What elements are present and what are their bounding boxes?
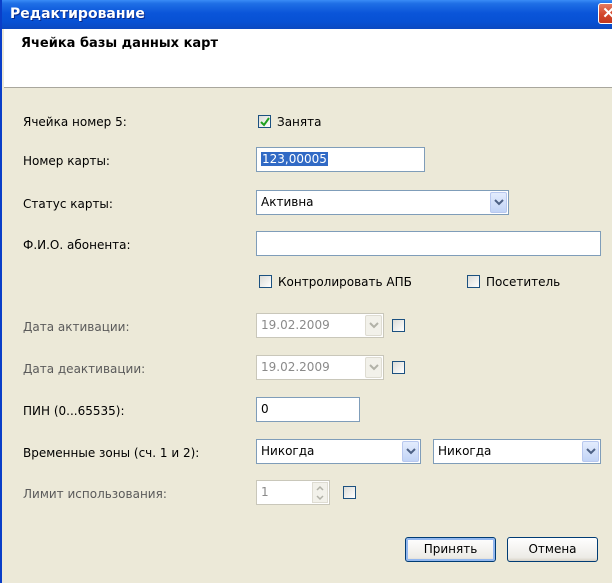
usage-limit-spinner[interactable]: 1 (256, 480, 330, 505)
usage-limit-label: Лимит использования: (23, 487, 167, 501)
card-status-label: Статус карты: (23, 197, 113, 211)
cell-number-label: Ячейка номер 5: (23, 115, 127, 129)
cancel-button[interactable]: Отмена (507, 537, 598, 562)
title-bar[interactable]: Редактирование ✕ (2, 0, 612, 29)
close-icon[interactable]: ✕ (598, 3, 612, 24)
visitor-checkbox[interactable] (467, 275, 480, 288)
pin-input[interactable]: 0 (256, 397, 360, 422)
usage-limit-value: 1 (261, 485, 269, 499)
timezone-2-select[interactable]: Никогда (433, 439, 601, 464)
control-apb-label: Контролировать АПБ (278, 275, 412, 289)
timezones-label: Временные зоны (сч. 1 и 2): (23, 446, 200, 460)
fio-input[interactable] (256, 231, 601, 256)
occupied-label: Занята (277, 115, 322, 129)
card-number-input[interactable]: 123,00005 (256, 147, 425, 172)
activation-date-label: Дата активации: (23, 320, 130, 334)
chevron-down-icon[interactable] (402, 441, 419, 462)
dialog-window: Редактирование ✕ Ячейка базы данных карт… (0, 0, 612, 583)
accept-button[interactable]: Принять (405, 537, 496, 562)
timezone-1-select[interactable]: Никогда (256, 439, 421, 464)
usage-limit-checkbox[interactable] (343, 486, 356, 499)
card-status-select[interactable]: Активна (256, 190, 509, 215)
visitor-label: Посетитель (486, 275, 561, 289)
header-title: Ячейка базы данных карт (21, 36, 219, 51)
chevron-down-icon[interactable] (582, 441, 599, 462)
deactivation-date-picker[interactable]: 19.02.2009 (256, 355, 384, 380)
deactivation-date-checkbox[interactable] (392, 361, 405, 374)
pin-label: ПИН (0...65535): (23, 404, 125, 418)
timezone-2-value: Никогда (438, 444, 492, 458)
window-title: Редактирование (10, 6, 145, 22)
card-number-value: 123,00005 (261, 152, 328, 166)
chevron-down-icon[interactable] (490, 192, 507, 213)
fio-label: Ф.И.О. абонента: (23, 238, 131, 252)
deactivation-date-label: Дата деактивации: (23, 362, 146, 376)
occupied-checkbox[interactable] (258, 115, 271, 128)
pin-value: 0 (261, 402, 269, 416)
activation-date-picker[interactable]: 19.02.2009 (256, 313, 384, 338)
timezone-1-value: Никогда (261, 444, 315, 458)
card-status-value: Активна (261, 195, 314, 209)
check-icon (260, 117, 270, 127)
activation-date-checkbox[interactable] (392, 319, 405, 332)
chevron-down-icon[interactable] (365, 357, 382, 378)
activation-date-value: 19.02.2009 (261, 318, 330, 332)
chevron-down-icon[interactable] (365, 315, 382, 336)
control-apb-checkbox[interactable] (259, 275, 272, 288)
card-number-label: Номер карты: (23, 154, 110, 168)
deactivation-date-value: 19.02.2009 (261, 360, 330, 374)
spinner-arrows-icon[interactable] (312, 482, 328, 503)
